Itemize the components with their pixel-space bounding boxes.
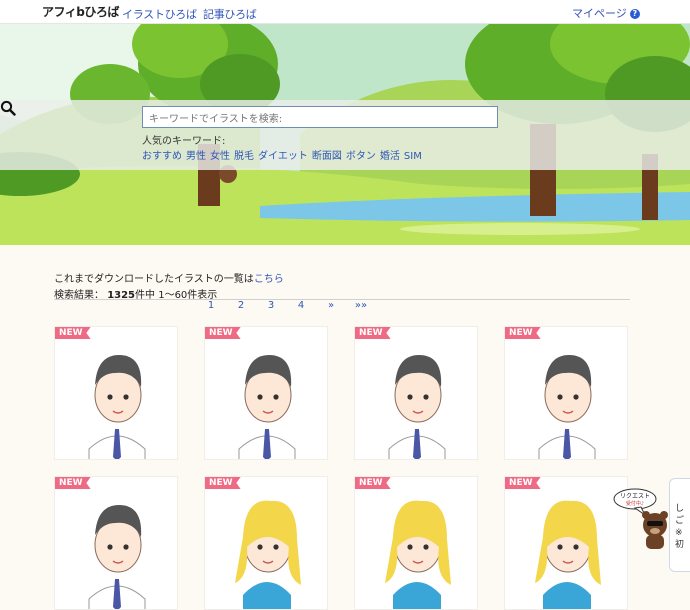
last-page-link[interactable]: »» [346, 300, 376, 311]
keyword-link[interactable]: 婚活 [380, 151, 400, 162]
search-panel: 人気のキーワード: おすすめ男性女性脱毛ダイエット断面図ボタン婚活 SIM [0, 100, 690, 170]
illustration-card[interactable]: NEW [54, 326, 178, 460]
new-badge: NEW [205, 327, 241, 339]
side-tab-text: 初 [675, 540, 685, 550]
download-history-link[interactable]: こちら [254, 274, 284, 285]
side-tab-text: ご [675, 516, 685, 526]
keyword-link[interactable]: ダイエット [258, 151, 308, 162]
new-badge: NEW [505, 477, 541, 489]
new-badge: NEW [55, 477, 91, 489]
illustration-image [355, 327, 477, 459]
mypage-link[interactable]: マイページ? [572, 5, 640, 21]
illustration-image [205, 477, 327, 609]
search-box [142, 106, 498, 130]
download-history-text: これまでダウンロードしたイラストの一覧はこちら [54, 270, 284, 285]
illustration-image [355, 477, 477, 609]
illustration-card[interactable]: NEW [504, 476, 628, 610]
nav-illust-hiroba[interactable]: イラストひろば [122, 6, 197, 22]
keyword-link[interactable]: SIM [404, 151, 422, 162]
new-badge: NEW [205, 477, 241, 489]
popular-keywords-label: 人気のキーワード: [142, 136, 226, 147]
illustration-card[interactable]: NEW [354, 476, 478, 610]
keyword-link[interactable]: 脱毛 [234, 151, 254, 162]
illustration-image [505, 477, 627, 609]
keyword-link[interactable]: 断面図 [312, 151, 342, 162]
new-badge: NEW [355, 477, 391, 489]
side-tab-text: し [675, 504, 685, 514]
illustration-card[interactable]: NEW [204, 476, 328, 610]
keyword-link[interactable]: おすすめ [142, 151, 182, 162]
pagination: 1 2 3 4»»» [196, 300, 376, 311]
illustration-card[interactable]: NEW [54, 476, 178, 610]
site-logo[interactable]: アフィbひろば [42, 3, 119, 20]
request-bubble-line1: リクエスト [620, 493, 650, 500]
next-page-link[interactable]: » [316, 300, 346, 311]
hero-banner: 人気のキーワード: おすすめ男性女性脱毛ダイエット断面図ボタン婚活 SIM [0, 24, 690, 245]
top-bar: アフィbひろば イラストひろば 記事ひろば マイページ? [0, 0, 690, 24]
keyword-link[interactable]: 男性 [186, 151, 206, 162]
keyword-link[interactable]: ボタン [346, 151, 376, 162]
keyword-link[interactable]: 女性 [210, 151, 230, 162]
popular-keywords-list: おすすめ 男性 女性 脱毛 ダイエット 断面図 ボタン 婚活 SIM [142, 147, 426, 162]
new-badge: NEW [55, 327, 91, 339]
download-history-label: これまでダウンロードしたイラストの一覧は [54, 274, 254, 285]
illustration-card[interactable]: NEW [204, 326, 328, 460]
illustration-image [205, 327, 327, 459]
page-link-2[interactable]: 2 [226, 300, 256, 311]
illustration-image [505, 327, 627, 459]
side-info-tab[interactable]: し ご ※ 初 [669, 478, 690, 572]
illustration-image [55, 327, 177, 459]
search-icon[interactable] [0, 100, 16, 116]
page-link-4[interactable]: 4 [286, 300, 316, 311]
side-tab-text: ※ [675, 528, 683, 538]
request-mascot-widget[interactable]: リクエスト 受付中♪ [613, 487, 673, 552]
nav-article-hiroba[interactable]: 記事ひろば [203, 6, 257, 22]
mypage-label[interactable]: マイページ [572, 7, 627, 20]
help-icon[interactable]: ? [629, 9, 640, 19]
illustration-image [55, 477, 177, 609]
search-input[interactable] [143, 109, 497, 130]
illustration-card[interactable]: NEW [504, 326, 628, 460]
request-bubble-line2: 受付中♪ [626, 500, 644, 507]
new-badge: NEW [355, 327, 391, 339]
new-badge: NEW [505, 327, 541, 339]
page-link-3[interactable]: 3 [256, 300, 286, 311]
page-link-1[interactable]: 1 [196, 300, 226, 311]
illustration-card[interactable]: NEW [354, 326, 478, 460]
